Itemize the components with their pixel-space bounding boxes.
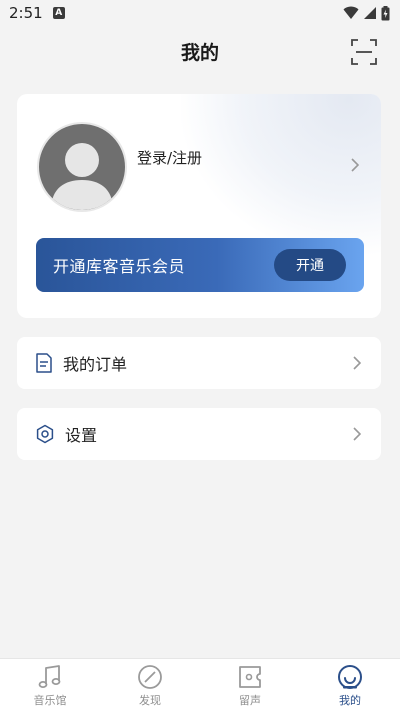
avatar[interactable] xyxy=(37,122,127,212)
tab-music-hall[interactable]: 音乐馆 xyxy=(0,659,100,713)
tab-label: 音乐馆 xyxy=(33,694,67,707)
page-title: 我的 xyxy=(180,41,219,64)
wifi-icon xyxy=(343,6,359,19)
tab-label: 我的 xyxy=(339,694,361,707)
menu-item-my-orders[interactable]: 我的订单 xyxy=(17,337,381,389)
default-avatar-icon xyxy=(51,143,113,210)
status-left: 2:51 A xyxy=(9,4,65,22)
menu-item-settings[interactable]: 设置 xyxy=(17,408,381,460)
settings-gear-icon xyxy=(36,424,54,444)
record-icon xyxy=(239,666,261,688)
bottom-tab-bar: 音乐馆 发现 留声 我的 xyxy=(0,658,400,713)
tab-label: 留声 xyxy=(239,694,261,707)
notification-icon: A xyxy=(52,7,65,19)
battery-charging-icon xyxy=(381,5,390,20)
scan-icon[interactable] xyxy=(350,38,378,66)
menu-item-label: 设置 xyxy=(65,426,98,445)
chevron-right-icon[interactable] xyxy=(351,158,359,172)
tab-phonograph[interactable]: 留声 xyxy=(200,659,300,713)
vip-open-button[interactable]: 开通 xyxy=(274,249,346,281)
header: 我的 xyxy=(0,28,400,74)
signal-icon xyxy=(364,7,376,19)
tab-mine[interactable]: 我的 xyxy=(300,659,400,713)
status-right xyxy=(343,5,390,21)
tab-discover[interactable]: 发现 xyxy=(100,659,200,713)
order-document-icon xyxy=(36,353,52,373)
compass-icon xyxy=(138,665,162,689)
vip-banner[interactable]: 开通库客音乐会员 开通 xyxy=(36,238,364,292)
card-decoration xyxy=(181,94,381,254)
music-note-icon xyxy=(38,665,61,688)
chevron-right-icon xyxy=(353,356,361,370)
status-time: 2:51 xyxy=(9,4,43,22)
chevron-right-icon xyxy=(353,427,361,441)
tab-label: 发现 xyxy=(139,694,161,707)
menu-item-label: 我的订单 xyxy=(63,355,128,374)
vip-banner-text: 开通库客音乐会员 xyxy=(53,257,186,276)
login-register-link[interactable]: 登录/注册 xyxy=(137,147,202,168)
status-bar: 2:51 A xyxy=(0,0,400,26)
profile-card: 登录/注册 开通库客音乐会员 开通 xyxy=(17,94,381,318)
profile-face-icon xyxy=(338,665,362,689)
